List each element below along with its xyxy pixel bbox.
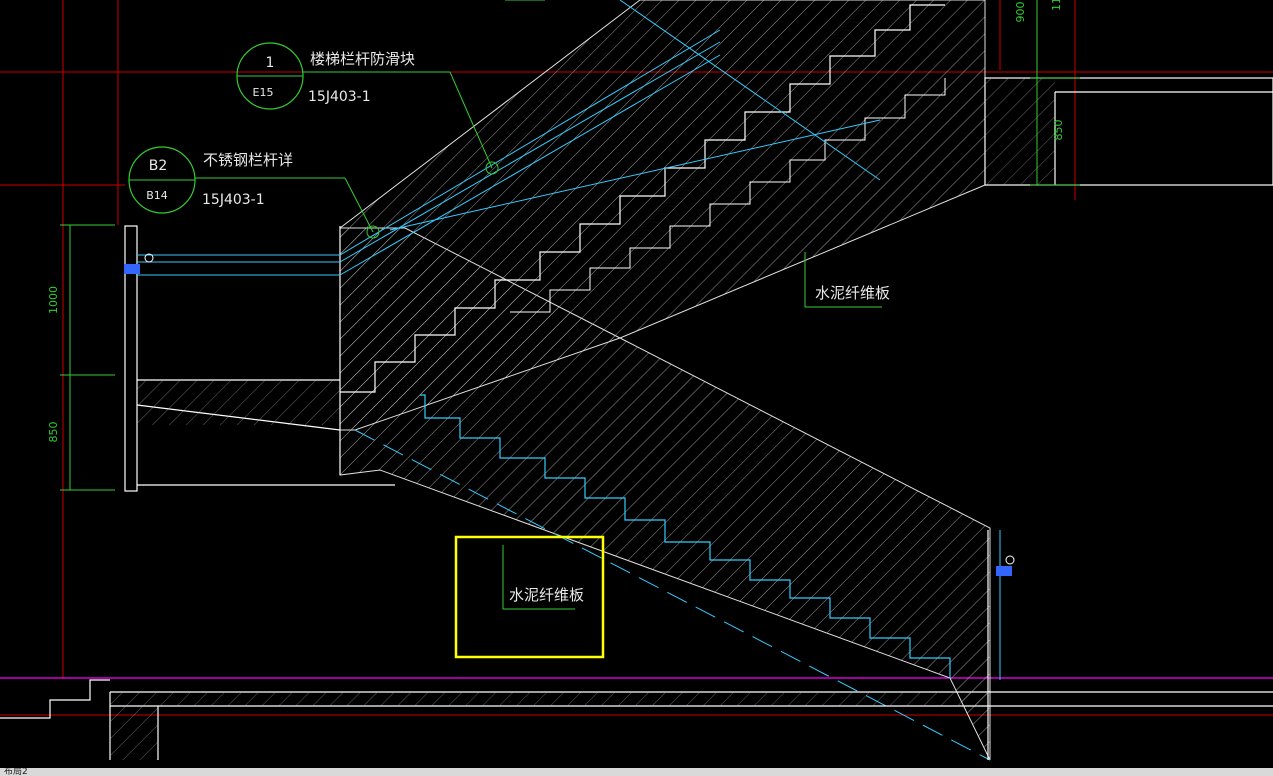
right-landing-slab bbox=[985, 78, 1055, 185]
detail-callout-b2[interactable]: B2 B14 不锈钢栏杆详 15J403-1 bbox=[128, 146, 380, 239]
dimension-left-upper: 1000 bbox=[47, 286, 60, 314]
callout-1-sheet: E15 bbox=[253, 86, 274, 99]
layout-tab-bar[interactable]: 布局2 bbox=[0, 768, 1273, 776]
callout-1-id: 1 bbox=[266, 55, 275, 71]
railing-post-left-icon bbox=[124, 253, 154, 274]
note-cement-board-upper[interactable]: 水泥纤维板 bbox=[804, 252, 890, 308]
dimension-right-top-partial: 11 bbox=[1050, 0, 1063, 11]
layout-tab[interactable]: 布局2 bbox=[4, 768, 28, 776]
note-cement-board-lower[interactable]: 水泥纤维板 bbox=[454, 535, 605, 659]
floor-slab bbox=[110, 692, 990, 706]
callout-b2-code: 15J403-1 bbox=[202, 192, 265, 208]
dimension-right-upper: 900 bbox=[1014, 2, 1027, 23]
callout-1-code: 15J403-1 bbox=[308, 89, 371, 105]
callout-b2-sheet: B14 bbox=[146, 189, 168, 202]
dimension-left-lower: 850 bbox=[47, 422, 60, 443]
cad-viewport[interactable]: 1000 850 900 850 11 1 E15 楼梯栏杆防滑块 15J403… bbox=[0, 0, 1273, 776]
dimension-right-lower: 850 bbox=[1052, 120, 1065, 141]
note-lower-text: 水泥纤维板 bbox=[509, 586, 584, 604]
note-upper-text: 水泥纤维板 bbox=[815, 284, 890, 302]
railing-post-right-icon bbox=[996, 555, 1015, 576]
stair-section-drawing: 1000 850 900 850 11 1 E15 楼梯栏杆防滑块 15J403… bbox=[0, 0, 1273, 761]
left-landing-slab bbox=[137, 380, 340, 425]
callout-b2-title: 不锈钢栏杆详 bbox=[203, 151, 293, 169]
foundation-wall bbox=[110, 706, 158, 760]
callout-b2-id: B2 bbox=[149, 158, 168, 174]
callout-1-title: 楼梯栏杆防滑块 bbox=[310, 50, 415, 68]
